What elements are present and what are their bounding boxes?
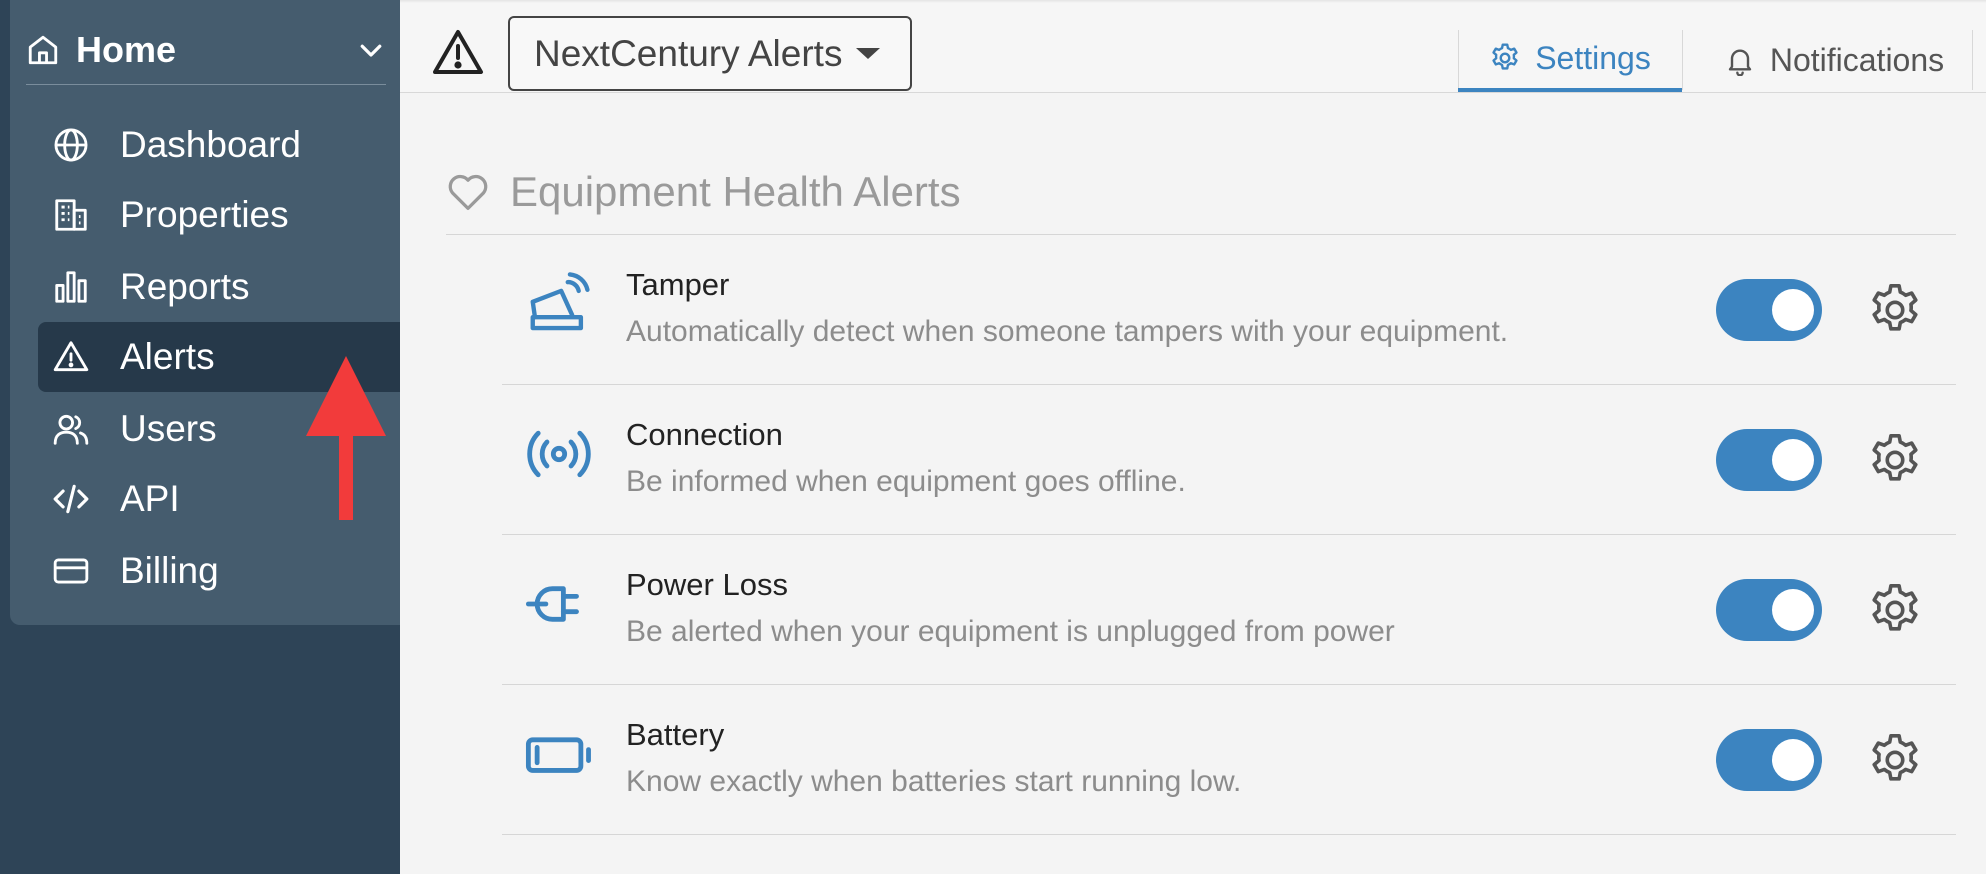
sidebar-item-label: Dashboard: [120, 124, 302, 165]
top-bar-shadow: [400, 0, 1986, 3]
tab-separator: [1972, 30, 1973, 90]
battery-settings-gear-icon[interactable]: [1866, 731, 1924, 789]
alert-description: Automatically detect when someone tamper…: [626, 315, 1509, 348]
organization-selector-label: NextCentury Alerts: [534, 32, 843, 74]
bar-chart-icon: [55, 271, 87, 303]
toggle-knob: [1772, 289, 1814, 331]
alert-triangle-icon: [433, 30, 483, 74]
home-icon: [28, 35, 58, 65]
power-loss-settings-gear-icon[interactable]: [1866, 581, 1924, 639]
tab-settings[interactable]: Settings: [1458, 28, 1682, 92]
toggle-knob: [1772, 589, 1814, 631]
section-header: Equipment Health Alerts: [446, 168, 961, 216]
sidebar-item-label: API: [120, 478, 180, 519]
building-icon: [55, 199, 87, 231]
tamper-toggle[interactable]: [1716, 279, 1822, 341]
tamper-settings-gear-icon[interactable]: [1866, 281, 1924, 339]
sidebar-item-dashboard[interactable]: Dashboard: [38, 110, 400, 180]
sidebar-item-label: Reports: [120, 266, 250, 307]
sidebar-item-label: Properties: [120, 194, 289, 235]
home-dropdown[interactable]: Home: [26, 22, 386, 78]
connection-settings-gear-icon[interactable]: [1866, 431, 1924, 489]
tab-settings-label: Settings: [1535, 39, 1651, 76]
alert-row-battery: Battery Know exactly when batteries star…: [502, 685, 1956, 835]
sidebar-item-billing[interactable]: Billing: [38, 536, 400, 606]
top-bar: NextCentury Alerts Settings Notification…: [400, 0, 1986, 93]
plug-icon: [525, 586, 579, 622]
battery-toggle[interactable]: [1716, 729, 1822, 791]
alert-triangle-icon: [53, 341, 89, 372]
sidebar-item-label: Billing: [120, 550, 219, 591]
bell-icon: [1728, 49, 1752, 76]
wireless-signal-icon: [527, 430, 591, 478]
toggle-knob: [1772, 439, 1814, 481]
alert-title: Battery: [626, 717, 725, 752]
annotation-arrow: [306, 356, 386, 520]
alert-description: Be alerted when your equipment is unplug…: [626, 615, 1395, 648]
connection-toggle[interactable]: [1716, 429, 1822, 491]
alert-description: Be informed when equipment goes offline.: [626, 465, 1186, 498]
section-title: Equipment Health Alerts: [510, 168, 961, 215]
sidebar-item-label: Alerts: [120, 336, 215, 377]
code-icon: [53, 484, 89, 514]
power-loss-toggle[interactable]: [1716, 579, 1822, 641]
sidebar-item-reports[interactable]: Reports: [38, 252, 400, 322]
home-divider: [26, 84, 386, 85]
organization-selector[interactable]: NextCentury Alerts: [508, 16, 912, 91]
sidebar: Home Dashboard Properties Reports Alerts: [0, 0, 400, 874]
users-icon: [53, 414, 89, 445]
tamper-icon: [530, 272, 590, 331]
battery-icon: [525, 737, 591, 773]
alert-row-tamper: Tamper Automatically detect when someone…: [502, 235, 1956, 385]
sidebar-item-properties[interactable]: Properties: [38, 180, 400, 250]
alert-title: Power Loss: [626, 567, 788, 602]
tab-notifications-label: Notifications: [1769, 41, 1945, 78]
tab-notifications[interactable]: Notifications: [1682, 28, 1986, 92]
toggle-knob: [1772, 739, 1814, 781]
chevron-down-icon: [360, 44, 382, 57]
caret-down-icon: [856, 48, 881, 59]
globe-icon: [54, 128, 88, 162]
sidebar-item-label: Users: [120, 408, 217, 449]
alert-title: Connection: [626, 417, 783, 452]
credit-card-icon: [53, 558, 89, 584]
alert-description: Know exactly when batteries start runnin…: [626, 765, 1242, 798]
home-label: Home: [76, 29, 177, 70]
alert-row-power-loss: Power Loss Be alerted when your equipmen…: [502, 535, 1956, 685]
heart-icon: [448, 174, 488, 210]
gear-icon: [1492, 43, 1518, 70]
alert-row-connection: Connection Be informed when equipment go…: [502, 385, 1956, 535]
alert-title: Tamper: [626, 267, 730, 302]
